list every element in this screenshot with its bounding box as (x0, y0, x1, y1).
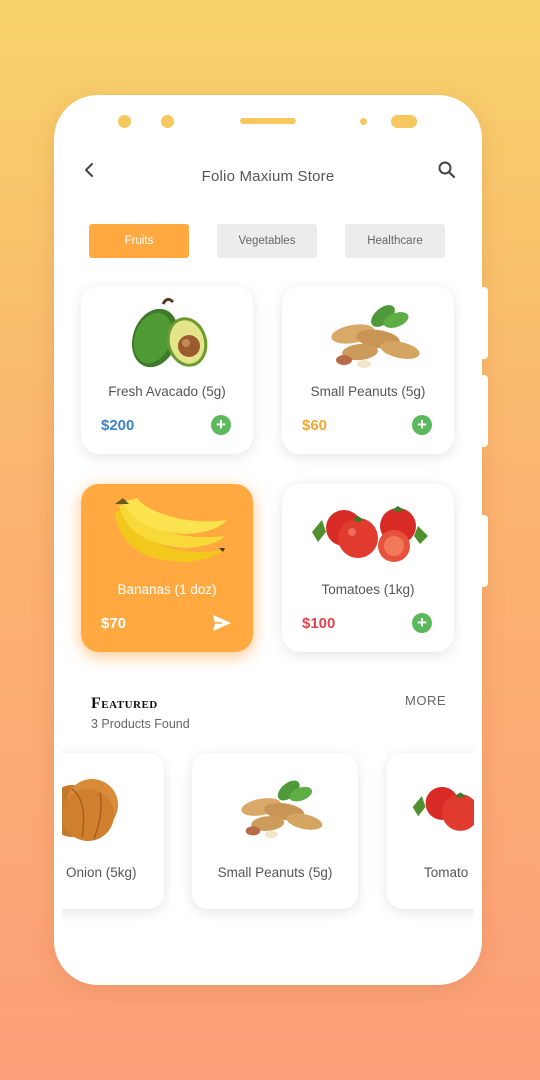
product-card-selected[interactable]: Bananas (1 doz) $70 (81, 484, 253, 652)
product-card[interactable]: Small Peanuts (5g) $60 + (282, 286, 454, 454)
page-title: Folio Maxium Store (201, 168, 335, 185)
product-price: $70 (101, 615, 127, 632)
phone-side-button (482, 515, 488, 587)
featured-item-name: Tomato (424, 865, 469, 880)
product-name: Small Peanuts (5g) (310, 384, 426, 399)
app-header: Folio Maxium Store (62, 143, 474, 203)
search-icon[interactable] (436, 159, 458, 181)
product-price: $100 (302, 615, 336, 632)
tab-fruits[interactable]: Fruits (89, 224, 189, 258)
product-price: $200 (101, 417, 135, 434)
speaker-slot (240, 118, 296, 124)
add-to-cart-plus-icon[interactable]: + (412, 613, 432, 633)
product-card[interactable]: Fresh Avacado (5g) $200 + (81, 286, 253, 454)
more-link[interactable]: MORE (405, 693, 446, 708)
peanuts-image (241, 780, 323, 839)
product-name: Fresh Avacado (5g) (108, 384, 226, 399)
featured-item-name: Onion (5kg) (66, 865, 137, 880)
tomatoes-image (412, 786, 474, 831)
product-card[interactable]: Tomatoes (1kg) $100 + (282, 484, 454, 652)
add-to-cart-plus-icon[interactable]: + (211, 415, 231, 435)
camera-dot (118, 115, 131, 128)
product-name: Tomatoes (1kg) (321, 582, 415, 597)
onion-image (62, 779, 118, 841)
phone-side-button (482, 375, 488, 447)
phone-side-button (482, 287, 488, 359)
featured-card[interactable]: Small Peanuts (5g) (192, 753, 358, 909)
product-price: $60 (302, 417, 328, 434)
tomatoes-image (312, 506, 428, 562)
sensor-dot (161, 115, 174, 128)
tab-vegetables[interactable]: Vegetables (217, 224, 317, 258)
send-icon[interactable] (211, 612, 233, 634)
sensor-dot-small (360, 118, 367, 125)
product-name: Bananas (1 doz) (117, 582, 217, 597)
featured-card[interactable]: Tomato (387, 753, 474, 909)
featured-item-name: Small Peanuts (5g) (217, 865, 333, 880)
section-title: Featured (91, 695, 158, 712)
bananas-image (115, 498, 227, 562)
tab-healthcare[interactable]: Healthcare (345, 224, 445, 258)
featured-card[interactable]: Onion (5kg) (62, 753, 164, 909)
avocado-image (131, 297, 208, 368)
section-subtitle: 3 Products Found (91, 717, 190, 731)
app-screen: Folio Maxium Store Fruits Vegetables Hea… (62, 143, 474, 933)
add-to-cart-plus-icon[interactable]: + (412, 415, 432, 435)
peanuts-image (331, 305, 420, 368)
phone-frame: Folio Maxium Store Fruits Vegetables Hea… (54, 95, 488, 985)
sensor-pill (391, 115, 417, 128)
